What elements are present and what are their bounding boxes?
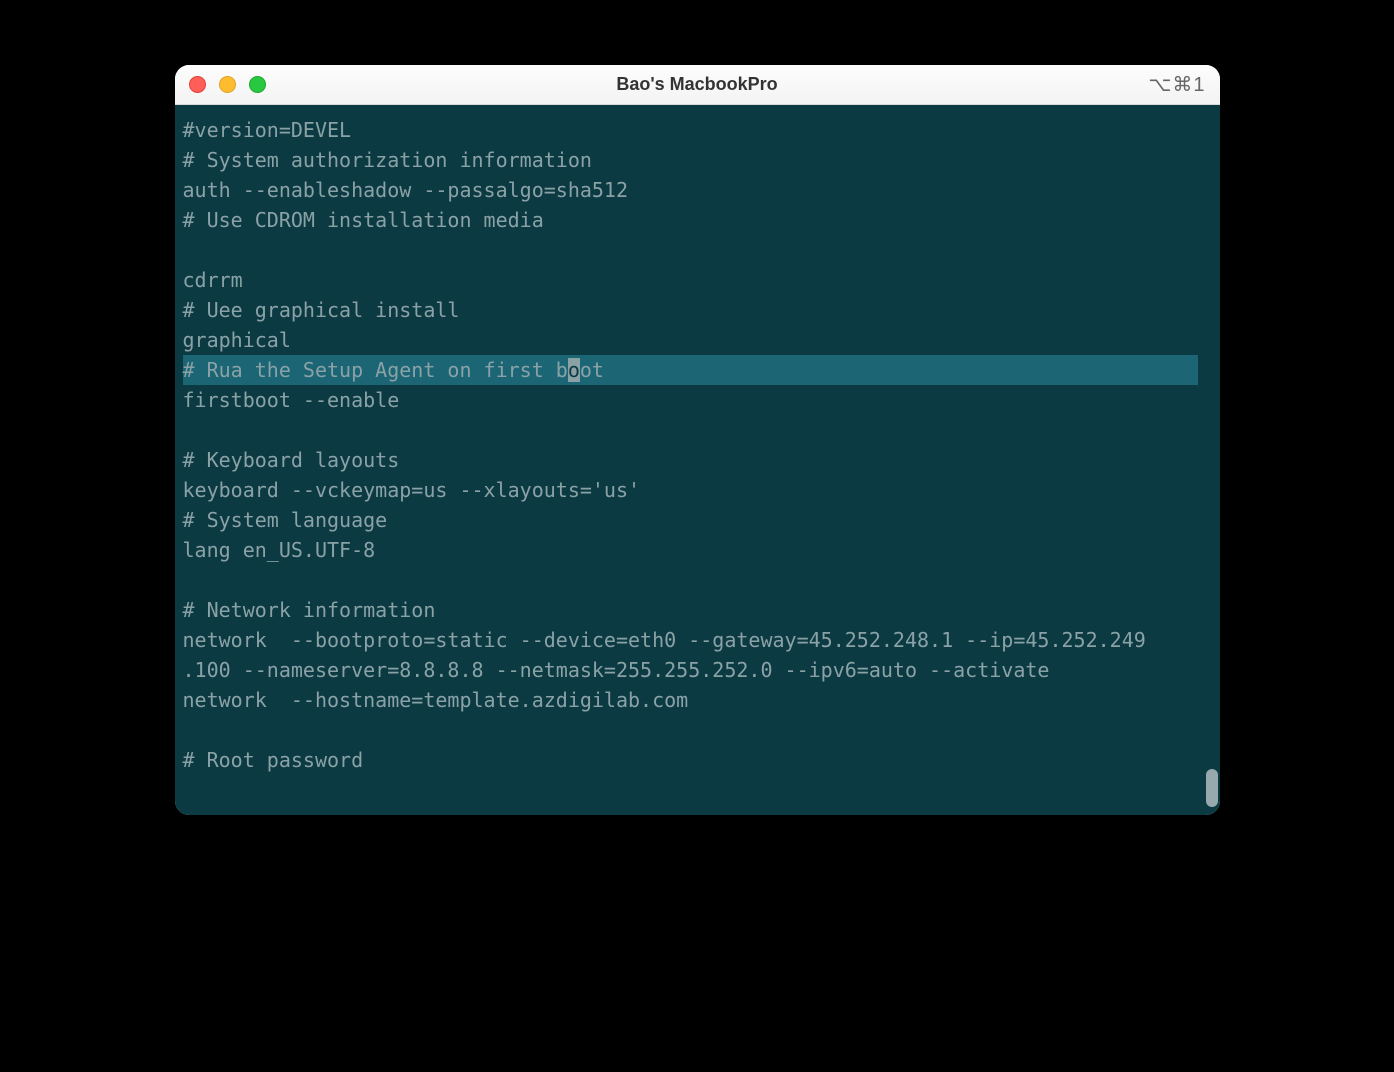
close-icon[interactable] xyxy=(189,76,206,93)
terminal-line: .100 --nameserver=8.8.8.8 --netmask=255.… xyxy=(183,655,1212,685)
terminal-body[interactable]: #version=DEVEL# System authorization inf… xyxy=(175,105,1220,815)
terminal-content[interactable]: #version=DEVEL# System authorization inf… xyxy=(175,105,1220,785)
window-title: Bao's MacbookPro xyxy=(175,74,1220,95)
window-shortcut: ⌥⌘1 xyxy=(1148,72,1205,97)
terminal-line: # System authorization information xyxy=(183,145,1212,175)
terminal-line: # Keyboard layouts xyxy=(183,445,1212,475)
terminal-line: # Rua the Setup Agent on first boot xyxy=(183,355,1198,385)
terminal-line xyxy=(183,715,1212,745)
terminal-line: #version=DEVEL xyxy=(183,115,1212,145)
cursor: o xyxy=(568,358,580,382)
terminal-line: cdrrm xyxy=(183,265,1212,295)
terminal-line: lang en_US.UTF-8 xyxy=(183,535,1212,565)
terminal-line xyxy=(183,415,1212,445)
terminal-line xyxy=(183,235,1212,265)
terminal-line: # System language xyxy=(183,505,1212,535)
terminal-line: network --bootproto=static --device=eth0… xyxy=(183,625,1212,655)
window-controls xyxy=(189,76,266,93)
minimize-icon[interactable] xyxy=(219,76,236,93)
terminal-line: # Network information xyxy=(183,595,1212,625)
terminal-line xyxy=(183,565,1212,595)
terminal-line: auth --enableshadow --passalgo=sha512 xyxy=(183,175,1212,205)
terminal-line: # Uee graphical install xyxy=(183,295,1212,325)
terminal-line: keyboard --vckeymap=us --xlayouts='us' xyxy=(183,475,1212,505)
terminal-line: firstboot --enable xyxy=(183,385,1212,415)
terminal-line: # Use CDROM installation media xyxy=(183,205,1212,235)
titlebar: Bao's MacbookPro ⌥⌘1 xyxy=(175,65,1220,105)
scrollbar-thumb[interactable] xyxy=(1206,769,1218,807)
terminal-window: Bao's MacbookPro ⌥⌘1 #version=DEVEL# Sys… xyxy=(175,65,1220,815)
terminal-line: graphical xyxy=(183,325,1212,355)
maximize-icon[interactable] xyxy=(249,76,266,93)
terminal-line: network --hostname=template.azdigilab.co… xyxy=(183,685,1212,715)
terminal-line: # Root password xyxy=(183,745,1212,775)
